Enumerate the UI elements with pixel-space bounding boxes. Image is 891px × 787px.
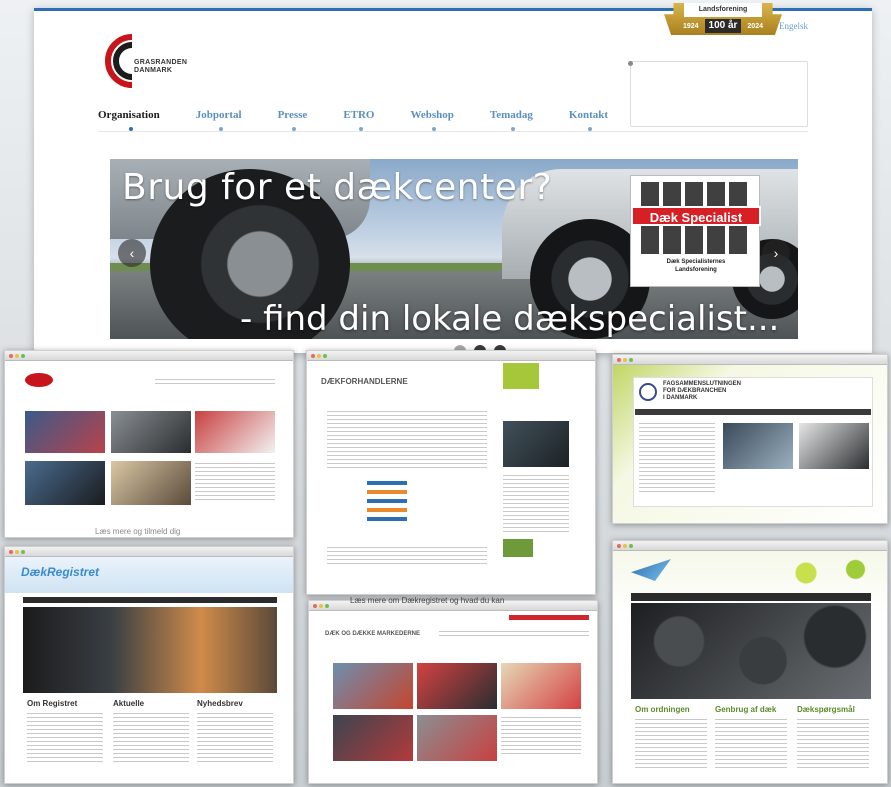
thumb5-topbar: [509, 615, 589, 620]
thumb2-footer-text: [327, 547, 487, 565]
nav-label: Webshop: [410, 109, 454, 121]
thumb4-col-text: [27, 713, 103, 763]
thumbnail-website-5[interactable]: DÆK OG DÆKKE MARKEDERNE: [308, 600, 598, 784]
thumb6-logo-icon: [631, 559, 671, 581]
thumb5-title: DÆK OG DÆKKE MARKEDERNE: [325, 631, 421, 637]
dek-sub-line2: Landsforening: [675, 267, 717, 273]
thumb6-nav: [631, 593, 871, 601]
thumb4-col-text: [113, 713, 189, 763]
nav-item-presse[interactable]: Presse: [277, 109, 308, 133]
thumb1-image: [111, 411, 191, 453]
thumb1-nav: [155, 379, 275, 385]
thumb6-tire-pile-image: [631, 603, 871, 699]
nav-item-organisation[interactable]: Organisation: [98, 109, 160, 133]
thumb2-logos: [367, 481, 407, 521]
nav-item-etro[interactable]: ETRO: [343, 109, 375, 133]
thumb5-text: [501, 717, 581, 757]
thumb4-col-text: [197, 713, 273, 763]
badge-year-start: 1924: [683, 23, 699, 30]
thumb2-small-image: [503, 539, 533, 557]
thumbnail-website-6[interactable]: Om ordningen Genbrug af dæk Dækspørgsmål: [612, 540, 888, 784]
thumb3-title: FAGSAMMENSLUTNINGEN FOR DÆKBRANCHEN I DA…: [663, 381, 741, 402]
nav-item-webshop[interactable]: Webshop: [411, 109, 454, 133]
thumb3-seal-icon: [639, 383, 657, 401]
dek-specialist-label: Dæk Specialist: [631, 206, 761, 226]
nav-item-temadag[interactable]: Temadag: [490, 109, 533, 133]
thumb1-banner: Læs mere og tilmeld dig: [95, 527, 181, 536]
main-website-screenshot: Landsforening 1924 100 år 2024 Engelsk G…: [34, 3, 872, 357]
nav-label: Jobportal: [195, 109, 242, 121]
thumb5-image: [333, 663, 413, 709]
thumb3-title-line1: FAGSAMMENSLUTNINGEN: [663, 381, 741, 387]
thumb1-image: [25, 461, 105, 505]
thumb3-image: [723, 423, 793, 469]
logo-text-line2: DANMARK: [134, 67, 173, 74]
language-link[interactable]: Engelsk: [779, 21, 808, 31]
badge-center: 100 år: [704, 19, 742, 33]
thumb3-text: [639, 423, 715, 493]
search-dot-icon: [628, 61, 633, 66]
carousel-next-icon[interactable]: ›: [762, 239, 790, 267]
thumb6-col-title: Om ordningen: [635, 705, 690, 714]
hero-carousel: Brug for et dækcenter? - find din lokale…: [110, 159, 798, 339]
thumb2-article: [327, 411, 487, 471]
thumb4-col-title: Nyhedsbrev: [197, 699, 243, 708]
thumbnail-website-3[interactable]: FAGSAMMENSLUTNINGEN FOR DÆKBRANCHEN I DA…: [612, 354, 888, 524]
hero-subline: - find din lokale dækspecialist...: [240, 299, 780, 339]
thumb5-image: [417, 663, 497, 709]
thumb6-col-text: [715, 719, 787, 769]
thumb2-accent: [503, 363, 539, 389]
thumbnail-website-2[interactable]: DÆKFORHANDLERNE: [306, 350, 596, 595]
site-logo[interactable]: GRASRANDEN DANMARK: [104, 33, 196, 89]
hero-headline: Brug for et dækcenter?: [122, 167, 553, 208]
thumb4-col-title: Om Registret: [27, 699, 78, 708]
dek-specialist-logo: Dæk Specialist Dæk Specialisternes Lands…: [630, 175, 761, 287]
nav-label: Organisation: [98, 109, 160, 121]
search-box[interactable]: [628, 61, 808, 127]
thumb5-banner: Læs mere om Dækregistret og hvad du kan: [350, 596, 505, 605]
thumb4-col-title: Aktuelle: [113, 699, 145, 708]
thumb4-hero-image: [23, 607, 277, 693]
logo-text-line1: GRASRANDEN: [134, 59, 188, 66]
thumbnail-website-4[interactable]: DækRegistret Om Registret Aktuelle Nyhed…: [4, 546, 294, 784]
thumb1-text: [195, 463, 275, 503]
badge-top-label: Landsforening: [684, 3, 762, 17]
main-nav: Organisation Jobportal Presse ETRO Websh…: [98, 109, 644, 133]
thumb6-col-title: Genbrug af dæk: [715, 705, 777, 714]
thumb6-col-text: [797, 719, 869, 769]
thumb5-image: [501, 663, 581, 709]
thumb4-nav: [23, 597, 277, 603]
thumb3-title-line3: I DANMARK: [663, 395, 698, 401]
thumb5-image: [333, 715, 413, 761]
nav-label: Presse: [277, 109, 308, 121]
thumb6-col-title: Dækspørgsmål: [797, 705, 855, 714]
carousel-prev-icon[interactable]: ‹: [118, 239, 146, 267]
thumb6-flowers: [773, 555, 883, 591]
dek-sub-line1: Dæk Specialisternes: [666, 259, 726, 265]
anniversary-badge: Landsforening 1924 100 år 2024: [664, 3, 782, 35]
thumb4-logo: DækRegistret: [21, 565, 100, 579]
thumb5-image: [417, 715, 497, 761]
nav-label: Kontakt: [568, 109, 609, 121]
thumb3-nav: [635, 409, 871, 415]
thumb6-col-text: [635, 719, 707, 769]
thumbnail-website-1[interactable]: Læs mere og tilmeld dig: [4, 350, 294, 538]
nav-label: ETRO: [343, 109, 375, 121]
thumb2-sidebar-text: [503, 475, 569, 535]
badge-year-end: 2024: [747, 23, 763, 30]
thumb3-title-line2: FOR DÆKBRANCHEN: [663, 388, 727, 394]
nav-item-kontakt[interactable]: Kontakt: [569, 109, 608, 133]
nav-label: Temadag: [489, 109, 533, 121]
nav-item-jobportal[interactable]: Jobportal: [196, 109, 242, 133]
thumb1-image: [111, 461, 191, 505]
thumb2-image: [503, 421, 569, 467]
thumb1-logo-icon: [25, 373, 53, 387]
thumb1-image: [25, 411, 105, 453]
nav-divider: [98, 131, 808, 132]
thumb3-image: [799, 423, 869, 469]
thumb5-nav: [439, 631, 589, 637]
thumb2-title: DÆKFORHANDLERNE: [321, 377, 408, 386]
thumb1-image: [195, 411, 275, 453]
